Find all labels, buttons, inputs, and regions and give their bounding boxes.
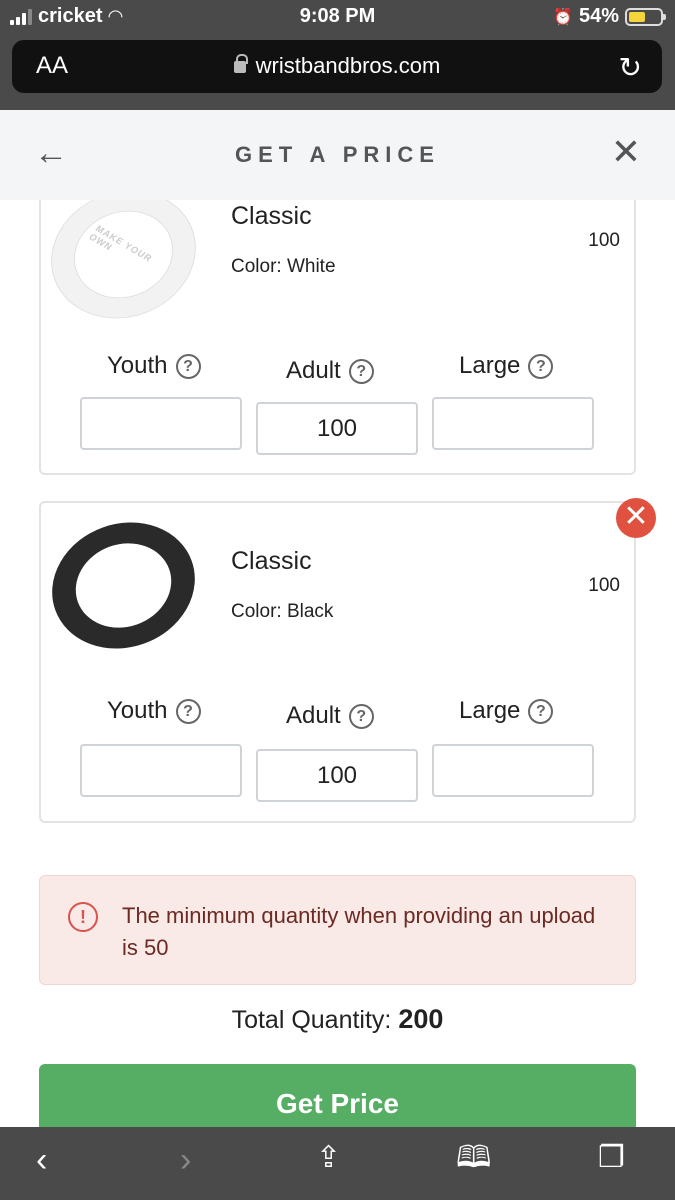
forward-icon[interactable]: › — [180, 1143, 191, 1177]
size-label-text: Youth — [107, 352, 168, 379]
product-name: Classic — [231, 202, 312, 230]
size-label-large: Large? — [459, 352, 554, 380]
battery-percent: 54% — [578, 5, 619, 27]
adult-quantity-input[interactable]: 100 — [256, 402, 418, 455]
product-card: MAKE YOUR OWN Classic Color: Black 100 Y… — [34, 501, 636, 823]
browser-toolbar: ‹ › ⇪ 🕮 ❐ — [0, 1127, 675, 1200]
modal-content[interactable]: MAKE YOUR OWN Classic Color: White 100 Y… — [0, 200, 675, 1127]
total-label: Total Quantity: — [231, 1006, 392, 1034]
alert-message: The minimum quantity when providing an u… — [122, 903, 596, 960]
url-text: wristbandbros.com — [255, 53, 441, 78]
browser-chrome: cricket ◠ 9:08 PM ⏰ 54% AA wristbandbros… — [0, 0, 675, 110]
alarm-icon: ⏰ — [553, 8, 573, 26]
product-card: MAKE YOUR OWN Classic Color: White 100 Y… — [34, 200, 636, 475]
size-label-text: Youth — [107, 697, 168, 724]
modal-title: GET A PRICE — [235, 142, 440, 167]
product-quantity: 100 — [588, 575, 620, 596]
adult-quantity-input[interactable]: 100 — [256, 749, 418, 802]
large-quantity-input[interactable] — [432, 397, 594, 450]
wristband-image-black: MAKE YOUR OWN — [34, 502, 213, 669]
product-color: Color: White — [231, 256, 336, 277]
size-label-adult: Adult? — [286, 702, 374, 730]
status-bar: cricket ◠ 9:08 PM ⏰ 54% — [0, 0, 675, 34]
help-icon[interactable]: ? — [348, 358, 374, 384]
product-color: Color: Black — [231, 601, 334, 622]
help-icon[interactable]: ? — [348, 703, 374, 729]
help-icon[interactable]: ? — [528, 353, 554, 379]
band-imprint: MAKE YOUR OWN — [86, 224, 154, 265]
large-quantity-input[interactable] — [432, 744, 594, 797]
close-icon[interactable]: ✕ — [611, 134, 641, 170]
share-icon[interactable]: ⇪ — [316, 1143, 341, 1173]
modal-header: ← GET A PRICE ✕ — [0, 110, 675, 200]
lock-icon — [233, 54, 248, 73]
product-quantity: 100 — [588, 230, 620, 251]
total-value: 200 — [398, 1004, 444, 1034]
size-label-text: Adult — [286, 702, 341, 729]
battery-icon — [625, 7, 666, 26]
help-icon[interactable]: ? — [175, 353, 201, 379]
exclamation-icon: ! — [68, 902, 98, 932]
youth-quantity-input[interactable] — [80, 744, 242, 797]
size-label-text: Large — [459, 352, 521, 379]
get-price-button[interactable]: Get Price — [39, 1064, 636, 1127]
error-alert: ! The minimum quantity when providing an… — [39, 875, 636, 985]
size-label-adult: Adult? — [286, 357, 374, 385]
reload-icon[interactable]: ↻ — [619, 51, 642, 84]
address-bar[interactable]: AA wristbandbros.com ↻ — [12, 40, 662, 93]
total-quantity: Total Quantity: 200 — [0, 1004, 675, 1035]
size-label-large: Large? — [459, 697, 554, 725]
product-name: Classic — [231, 547, 312, 575]
band-imprint: MAKE YOUR OWN — [88, 557, 157, 598]
remove-product-button[interactable]: ✕ — [616, 498, 656, 538]
back-icon[interactable]: ‹ — [36, 1143, 47, 1177]
bookmarks-icon[interactable]: 🕮 — [456, 1143, 491, 1173]
wristband-image-white: MAKE YOUR OWN — [34, 200, 213, 338]
size-label-youth: Youth? — [107, 697, 201, 725]
size-label-text: Adult — [286, 357, 341, 384]
help-icon[interactable]: ? — [528, 698, 554, 724]
tabs-icon[interactable]: ❐ — [598, 1143, 625, 1173]
url-field[interactable]: wristbandbros.com — [12, 53, 662, 79]
youth-quantity-input[interactable] — [80, 397, 242, 450]
size-label-text: Large — [459, 697, 521, 724]
help-icon[interactable]: ? — [175, 698, 201, 724]
size-label-youth: Youth? — [107, 352, 201, 380]
